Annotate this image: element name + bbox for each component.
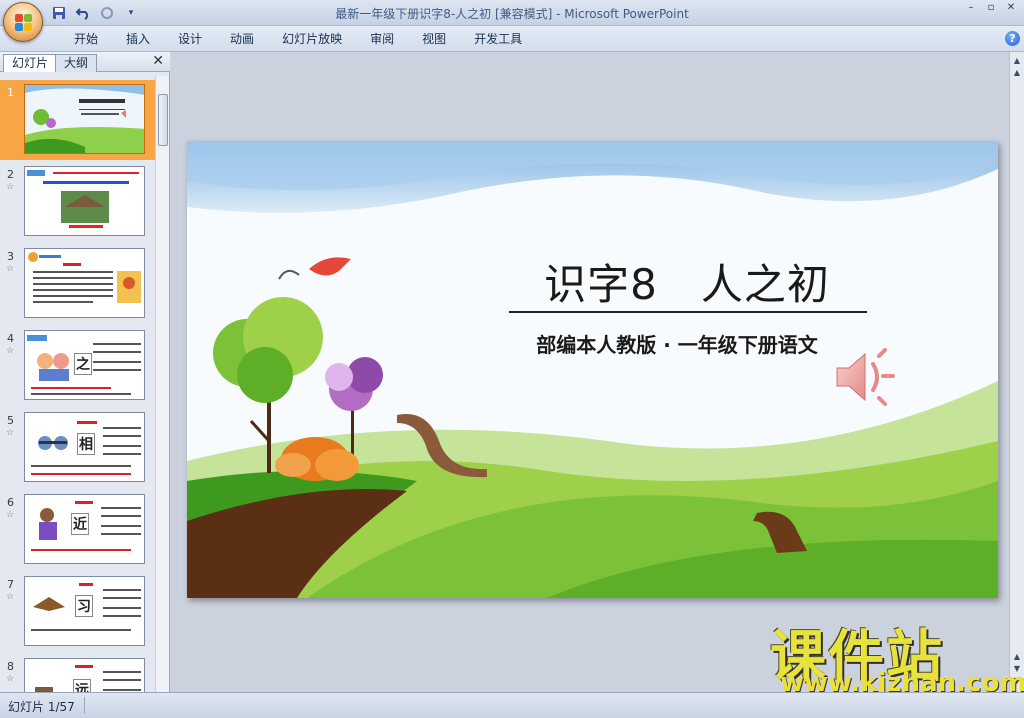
- slide-preview: [24, 84, 145, 154]
- slide-number: 1: [7, 86, 14, 99]
- slide-number: 4: [7, 332, 14, 345]
- slide-subtitle[interactable]: 部编本人教版 · 一年级下册语文: [507, 329, 847, 358]
- thumb-character: 之: [74, 353, 92, 375]
- slide-counter: 幻灯片 1/57: [8, 700, 75, 714]
- slide-preview: 近: [24, 494, 145, 564]
- window-controls: – ▫ ✕: [962, 2, 1020, 16]
- tab-slides[interactable]: 幻灯片: [3, 54, 58, 72]
- slide-preview: [24, 166, 145, 236]
- slide-preview: 相: [24, 412, 145, 482]
- tab-animations[interactable]: 动画: [216, 30, 268, 48]
- help-icon[interactable]: ?: [1005, 31, 1020, 46]
- thumbnail-scrollbar[interactable]: [155, 76, 169, 692]
- slide-thumbnail[interactable]: 1: [0, 80, 155, 160]
- scroll-up-icon[interactable]: ▲: [1012, 56, 1022, 66]
- tab-home[interactable]: 开始: [60, 30, 112, 48]
- status-separator: [84, 697, 85, 714]
- office-logo-icon: [15, 14, 33, 32]
- office-button[interactable]: [3, 2, 43, 42]
- slide-thumbnail[interactable]: 7 ☆ 习: [0, 572, 155, 652]
- restore-button[interactable]: ▫: [982, 2, 1000, 16]
- slide-number: 6: [7, 496, 14, 509]
- animation-star-icon: ☆: [6, 264, 15, 274]
- ribbon-tab-bar: 开始 插入 设计 动画 幻灯片放映 审阅 视图 开发工具 ?: [0, 26, 1024, 52]
- tab-view[interactable]: 视图: [408, 30, 460, 48]
- slide-title[interactable]: 识字8 人之初: [517, 251, 857, 312]
- tab-slideshow[interactable]: 幻灯片放映: [268, 30, 356, 48]
- scroll-up-icon[interactable]: ▲: [1012, 68, 1022, 78]
- slide-thumbnail[interactable]: 3 ☆: [0, 244, 155, 324]
- slide-preview: 远: [24, 658, 145, 692]
- slide-number: 7: [7, 578, 14, 591]
- title-underline: [509, 311, 867, 313]
- close-button[interactable]: ✕: [1002, 2, 1020, 16]
- tab-insert[interactable]: 插入: [112, 30, 164, 48]
- previous-slide-icon[interactable]: ▲: [1012, 652, 1022, 662]
- tab-design[interactable]: 设计: [164, 30, 216, 48]
- slide-preview: 习: [24, 576, 145, 646]
- panel-tabs: 幻灯片 大纲 ✕: [0, 52, 170, 72]
- slide-thumbnail[interactable]: 4 ☆ 之: [0, 326, 155, 406]
- animation-star-icon: ☆: [6, 674, 15, 684]
- window-title: 最新一年级下册识字8-人之初 [兼容模式] - Microsoft PowerP…: [335, 7, 689, 21]
- tab-review[interactable]: 审阅: [356, 30, 408, 48]
- tab-outline[interactable]: 大纲: [55, 54, 98, 72]
- title-bar: ▾ 最新一年级下册识字8-人之初 [兼容模式] - Microsoft Powe…: [0, 0, 1024, 42]
- animation-star-icon: ☆: [6, 592, 15, 602]
- slide-number: 5: [7, 414, 14, 427]
- slide-thumbnail[interactable]: 8 ☆ 远: [0, 654, 155, 692]
- thumb-character: 近: [71, 513, 89, 535]
- thumb-character: 远: [73, 679, 91, 692]
- thumb-character: 相: [77, 433, 95, 455]
- minimize-button[interactable]: –: [962, 2, 980, 16]
- slide-number: 2: [7, 168, 14, 181]
- slide-preview: 之: [24, 330, 145, 400]
- close-icon[interactable]: ✕: [152, 53, 164, 69]
- thumb-character: 习: [75, 595, 93, 617]
- animation-star-icon: ☆: [6, 510, 15, 520]
- animation-star-icon: ☆: [6, 428, 15, 438]
- tab-developer[interactable]: 开发工具: [460, 30, 536, 48]
- slide-canvas[interactable]: 识字8 人之初 部编本人教版 · 一年级下册语文: [187, 141, 998, 598]
- slide-number: 3: [7, 250, 14, 263]
- slide-number: 8: [7, 660, 14, 673]
- slide-thumbnail[interactable]: 2 ☆: [0, 162, 155, 242]
- slide-thumbnail-list: 1 2 ☆ 3 ☆ 4 ☆ 之 5 ☆ 相 6 ☆ 近 7 ☆ 习 8 ☆ 远: [0, 76, 155, 692]
- slide-thumbnail[interactable]: 6 ☆ 近: [0, 490, 155, 570]
- slides-panel: 幻灯片 大纲 ✕ 1 2 ☆ 3 ☆ 4 ☆ 之 5 ☆ 相 6 ☆ 近 7 ☆…: [0, 52, 170, 692]
- main-scrollbar[interactable]: ▲ ▲ ▲ ▼ ▼: [1009, 52, 1024, 692]
- animation-star-icon: ☆: [6, 346, 15, 356]
- status-bar: 幻灯片 1/57: [0, 692, 1024, 718]
- scrollbar-thumb[interactable]: [158, 94, 168, 146]
- animation-star-icon: ☆: [6, 182, 15, 192]
- slide-thumbnail[interactable]: 5 ☆ 相: [0, 408, 155, 488]
- speaker-icon[interactable]: [833, 346, 897, 408]
- slide-preview: [24, 248, 145, 318]
